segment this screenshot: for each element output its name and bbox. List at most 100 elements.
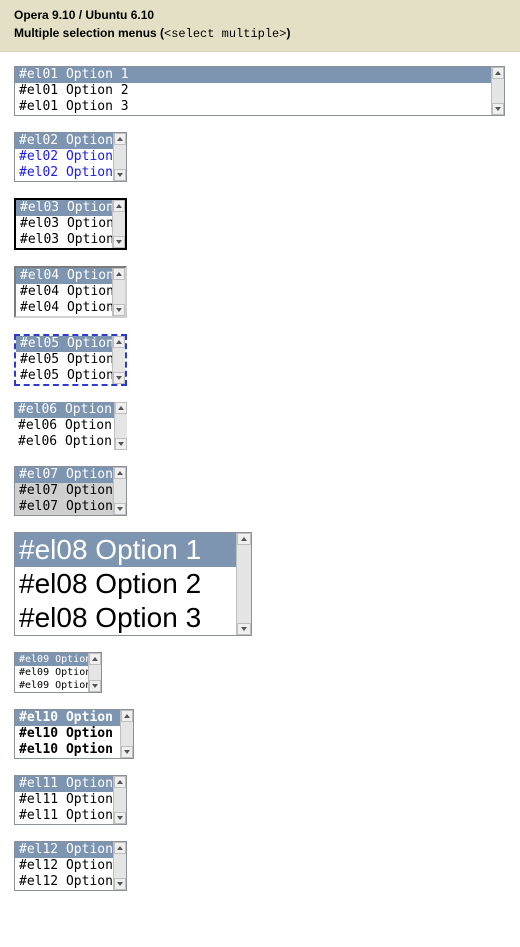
option[interactable]: #el07 Option 3: [15, 499, 113, 515]
option[interactable]: #el06 Option 3: [14, 434, 114, 450]
scroll-down-arrow-icon[interactable]: [114, 169, 126, 181]
option[interactable]: #el09 Option 3: [15, 679, 88, 692]
option[interactable]: #el10 Option 1: [15, 710, 120, 726]
scroll-down-arrow-icon[interactable]: [114, 503, 126, 515]
option[interactable]: #el01 Option 3: [15, 99, 491, 115]
scroll-track[interactable]: [114, 145, 126, 169]
scroll-down-arrow-icon[interactable]: [114, 878, 126, 890]
option[interactable]: #el12 Option 2: [15, 858, 113, 874]
scroll-track[interactable]: [113, 280, 125, 304]
options-list: #el01 Option 1#el01 Option 2#el01 Option…: [15, 67, 491, 115]
scroll-down-arrow-icon[interactable]: [237, 623, 251, 635]
scroll-track[interactable]: [114, 854, 126, 878]
scroll-up-arrow-icon[interactable]: [114, 842, 126, 854]
options-list: #el04 Option 1#el04 Option 2#el04 Option…: [16, 268, 112, 316]
option[interactable]: #el07 Option 2: [15, 483, 113, 499]
option[interactable]: #el07 Option 1: [15, 467, 113, 483]
select-el12[interactable]: #el12 Option 1#el12 Option 2#el12 Option…: [14, 841, 127, 891]
scroll-track[interactable]: [89, 665, 101, 680]
scroll-up-arrow-icon[interactable]: [114, 776, 126, 788]
scroll-track[interactable]: [113, 212, 125, 236]
scrollbar[interactable]: [113, 467, 126, 515]
options-list: #el03 Option 1#el03 Option 2#el03 Option…: [16, 200, 112, 248]
select-el01[interactable]: #el01 Option 1#el01 Option 2#el01 Option…: [14, 66, 505, 116]
scroll-up-arrow-icon[interactable]: [114, 133, 126, 145]
option[interactable]: #el11 Option 1: [15, 776, 113, 792]
scroll-down-arrow-icon[interactable]: [113, 236, 125, 248]
select-el04[interactable]: #el04 Option 1#el04 Option 2#el04 Option…: [14, 266, 127, 318]
options-list: #el08 Option 1#el08 Option 2#el08 Option…: [15, 533, 236, 635]
scrollbar[interactable]: [113, 776, 126, 824]
option[interactable]: #el12 Option 1: [15, 842, 113, 858]
option[interactable]: #el10 Option 3: [15, 742, 120, 758]
scrollbar[interactable]: [491, 67, 504, 115]
scroll-down-arrow-icon[interactable]: [121, 746, 133, 758]
scroll-track[interactable]: [114, 479, 126, 503]
select-el02[interactable]: #el02 Option 1#el02 Option 2#el02 Option…: [14, 132, 127, 182]
scroll-track[interactable]: [113, 348, 125, 372]
option[interactable]: #el02 Option 2: [15, 149, 113, 165]
select-el03[interactable]: #el03 Option 1#el03 Option 2#el03 Option…: [14, 198, 127, 250]
option[interactable]: #el09 Option 2: [15, 666, 88, 679]
scroll-track[interactable]: [115, 414, 127, 438]
scroll-up-arrow-icon[interactable]: [89, 653, 101, 665]
option[interactable]: #el02 Option 1: [15, 133, 113, 149]
scroll-up-arrow-icon[interactable]: [114, 467, 126, 479]
option[interactable]: #el01 Option 2: [15, 83, 491, 99]
option[interactable]: #el04 Option 3: [16, 300, 112, 316]
option[interactable]: #el11 Option 3: [15, 808, 113, 824]
scroll-up-arrow-icon[interactable]: [115, 402, 127, 414]
select-el10[interactable]: #el10 Option 1#el10 Option 2#el10 Option…: [14, 709, 134, 759]
option[interactable]: #el04 Option 2: [16, 284, 112, 300]
scrollbar[interactable]: [113, 133, 126, 181]
scroll-up-arrow-icon[interactable]: [113, 336, 125, 348]
option[interactable]: #el11 Option 2: [15, 792, 113, 808]
option[interactable]: #el05 Option 1: [16, 336, 112, 352]
option[interactable]: #el10 Option 2: [15, 726, 120, 742]
scroll-down-arrow-icon[interactable]: [114, 812, 126, 824]
scrollbar[interactable]: [112, 336, 125, 384]
scroll-down-arrow-icon[interactable]: [113, 304, 125, 316]
scrollbar[interactable]: [114, 402, 127, 450]
scroll-up-arrow-icon[interactable]: [113, 200, 125, 212]
scrollbar[interactable]: [88, 653, 101, 692]
scrollbar[interactable]: [113, 842, 126, 890]
scroll-up-arrow-icon[interactable]: [237, 533, 251, 545]
select-el07[interactable]: #el07 Option 1#el07 Option 2#el07 Option…: [14, 466, 127, 516]
option[interactable]: #el03 Option 3: [16, 232, 112, 248]
select-el08[interactable]: #el08 Option 1#el08 Option 2#el08 Option…: [14, 532, 252, 636]
option[interactable]: #el03 Option 2: [16, 216, 112, 232]
scroll-track[interactable]: [492, 79, 504, 103]
option[interactable]: #el05 Option 2: [16, 352, 112, 368]
select-el09[interactable]: #el09 Option 1#el09 Option 2#el09 Option…: [14, 652, 102, 693]
option[interactable]: #el02 Option 3: [15, 165, 113, 181]
scrollbar[interactable]: [120, 710, 133, 758]
scrollbar[interactable]: [112, 268, 125, 316]
option[interactable]: #el03 Option 1: [16, 200, 112, 216]
scroll-down-arrow-icon[interactable]: [492, 103, 504, 115]
option[interactable]: #el08 Option 1: [15, 533, 236, 567]
option[interactable]: #el05 Option 3: [16, 368, 112, 384]
option[interactable]: #el08 Option 3: [15, 601, 236, 635]
scroll-track[interactable]: [121, 722, 133, 746]
scrollbar[interactable]: [236, 533, 251, 635]
option[interactable]: #el06 Option 2: [14, 418, 114, 434]
scroll-down-arrow-icon[interactable]: [113, 372, 125, 384]
option[interactable]: #el08 Option 2: [15, 567, 236, 601]
scroll-up-arrow-icon[interactable]: [113, 268, 125, 280]
scrollbar[interactable]: [112, 200, 125, 248]
option[interactable]: #el09 Option 1: [15, 653, 88, 666]
select-el06[interactable]: #el06 Option 1#el06 Option 2#el06 Option…: [14, 402, 127, 450]
option[interactable]: #el06 Option 1: [14, 402, 114, 418]
select-el05[interactable]: #el05 Option 1#el05 Option 2#el05 Option…: [14, 334, 127, 386]
scroll-down-arrow-icon[interactable]: [115, 438, 127, 450]
scroll-up-arrow-icon[interactable]: [492, 67, 504, 79]
option[interactable]: #el04 Option 1: [16, 268, 112, 284]
option[interactable]: #el01 Option 1: [15, 67, 491, 83]
scroll-down-arrow-icon[interactable]: [89, 680, 101, 692]
option[interactable]: #el12 Option 3: [15, 874, 113, 890]
scroll-up-arrow-icon[interactable]: [121, 710, 133, 722]
select-el11[interactable]: #el11 Option 1#el11 Option 2#el11 Option…: [14, 775, 127, 825]
scroll-track[interactable]: [237, 545, 251, 623]
scroll-track[interactable]: [114, 788, 126, 812]
